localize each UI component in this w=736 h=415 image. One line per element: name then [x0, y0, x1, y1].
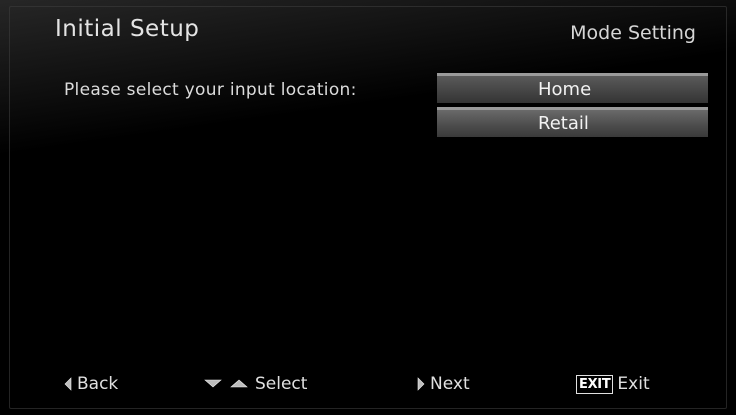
- exit-label: Exit: [617, 374, 650, 394]
- left-arrow-icon: [63, 377, 73, 391]
- page-subtitle: Mode Setting: [570, 22, 696, 44]
- right-arrow-icon: [416, 377, 426, 391]
- back-label: Back: [77, 374, 119, 394]
- option-retail[interactable]: Retail: [437, 107, 708, 137]
- next-hint[interactable]: Next: [416, 370, 470, 398]
- up-down-arrows-icon: [203, 377, 251, 391]
- screen-frame: [9, 6, 727, 409]
- select-label: Select: [255, 374, 308, 394]
- exit-hint[interactable]: EXIT Exit: [576, 370, 650, 398]
- exit-key-icon: EXIT: [576, 374, 614, 394]
- select-hint[interactable]: Select: [203, 370, 307, 398]
- location-prompt: Please select your input location:: [64, 80, 357, 100]
- footer-hints: Back Select Next EXIT Exit: [0, 370, 736, 398]
- page-title: Initial Setup: [55, 16, 200, 42]
- setup-screen: Initial Setup Mode Setting Please select…: [0, 0, 736, 415]
- back-hint[interactable]: Back: [63, 370, 118, 398]
- next-label: Next: [430, 374, 470, 394]
- option-home[interactable]: Home: [437, 73, 708, 103]
- location-options: Home Retail: [437, 73, 708, 141]
